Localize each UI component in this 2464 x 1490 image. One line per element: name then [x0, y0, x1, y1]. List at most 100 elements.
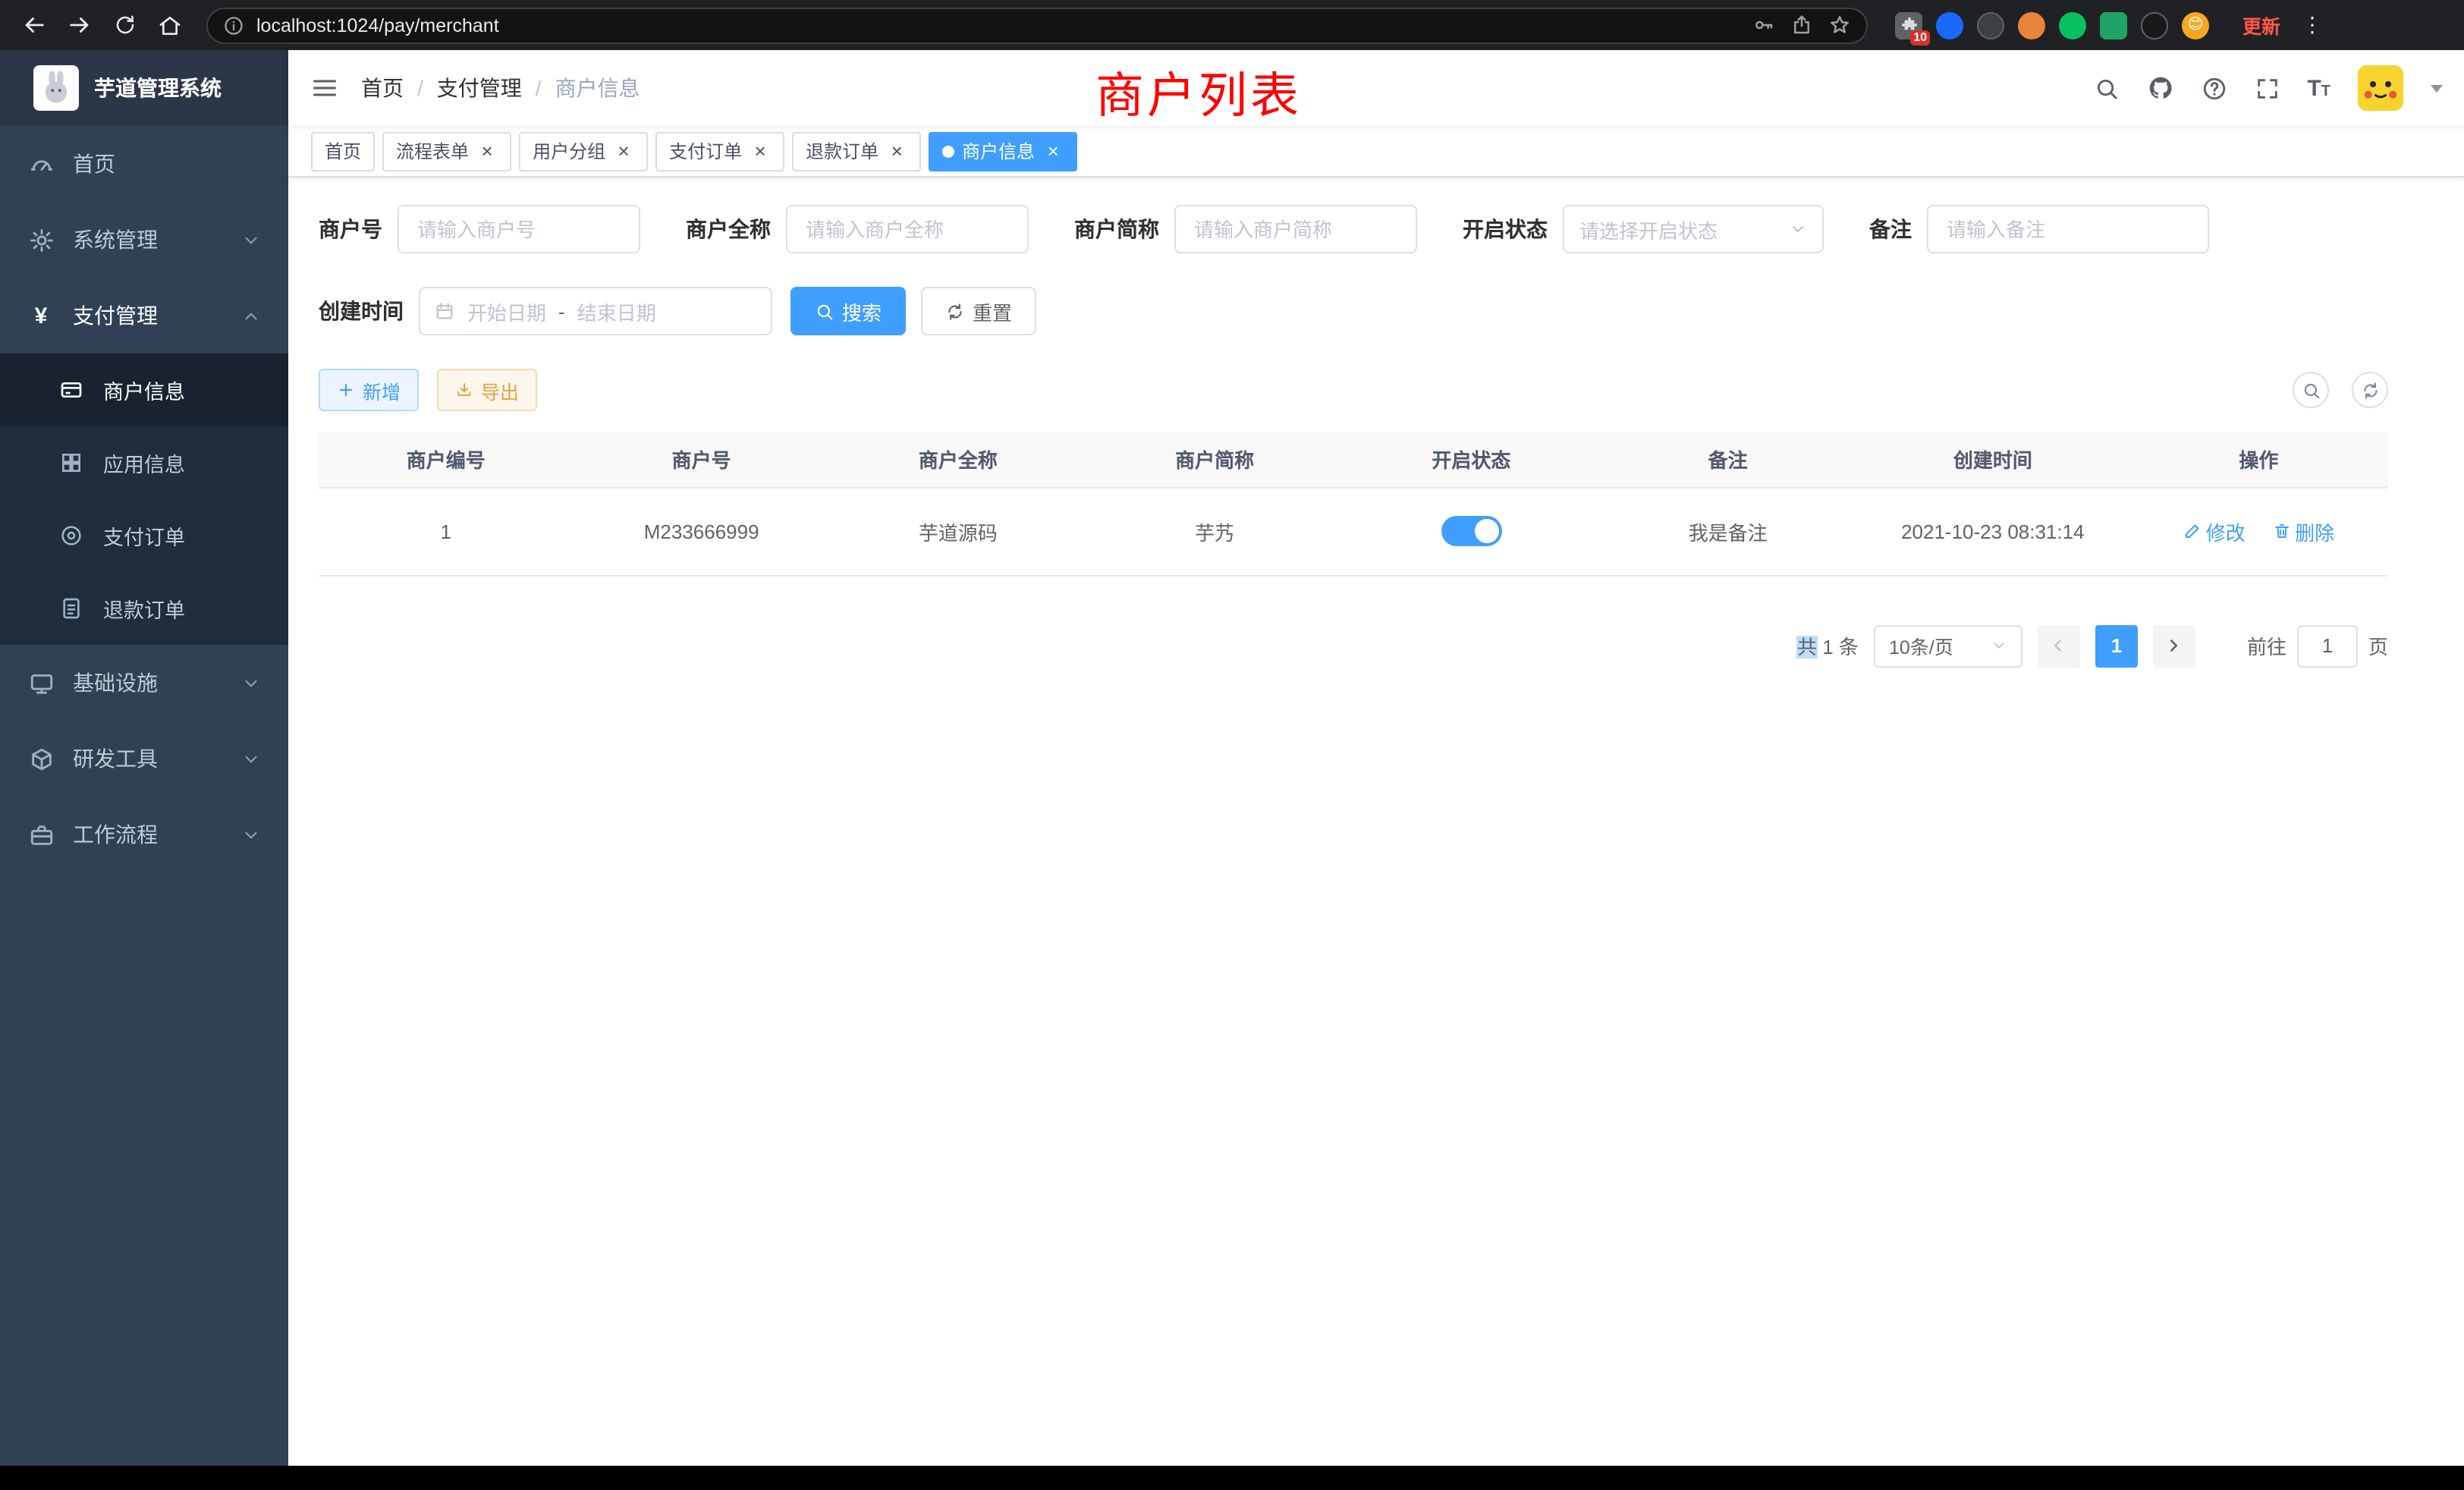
bookmark-star-icon[interactable] — [1828, 14, 1851, 36]
page-1-button[interactable]: 1 — [2095, 624, 2138, 667]
browser-reload-button[interactable] — [106, 7, 143, 43]
tab-pay-order[interactable]: 支付订单 × — [655, 131, 784, 171]
breadcrumb-payment[interactable]: 支付管理 — [437, 73, 522, 103]
edit-link[interactable]: 修改 — [2183, 517, 2246, 545]
create-time-range-picker[interactable]: 开始日期 - 结束日期 — [419, 287, 772, 335]
extension-drop-icon[interactable] — [1936, 11, 1963, 39]
extension-emoji-icon[interactable]: 😊 — [2182, 11, 2209, 39]
extension-wechat-icon[interactable] — [2059, 11, 2086, 39]
goto-page-input[interactable] — [2297, 624, 2358, 667]
sidebar-toggle-icon[interactable] — [288, 74, 361, 102]
password-key-icon[interactable] — [1752, 14, 1775, 36]
remark-input[interactable] — [1927, 205, 2209, 253]
refresh-icon[interactable] — [2352, 372, 2388, 408]
browser-home-button[interactable] — [152, 7, 188, 43]
browser-update-button[interactable]: 更新 — [2233, 6, 2290, 44]
desktop-strip — [0, 1466, 2464, 1490]
credit-card-icon — [58, 376, 85, 404]
toggle-search-icon[interactable] — [2293, 372, 2329, 408]
breadcrumb-current: 商户信息 — [555, 73, 640, 103]
status-select[interactable]: 请选择开启状态 — [1563, 205, 1824, 253]
sidebar-item-app-info[interactable]: 应用信息 — [0, 426, 288, 499]
cell-remark: 我是备注 — [1600, 487, 1856, 575]
close-icon[interactable]: × — [613, 140, 634, 162]
logo-avatar — [33, 65, 79, 111]
sidebar-item-system[interactable]: 系统管理 — [0, 202, 288, 278]
user-menu-caret-icon[interactable] — [2431, 84, 2443, 92]
add-button[interactable]: 新增 — [319, 369, 419, 411]
table-right-tools — [2293, 372, 2388, 408]
extension-avatar-icon[interactable] — [2018, 11, 2045, 39]
sidebar-item-merchant-info[interactable]: 商户信息 — [0, 354, 288, 426]
font-size-icon[interactable]: TT — [2307, 77, 2330, 99]
github-icon[interactable] — [2146, 74, 2173, 102]
user-avatar[interactable] — [2358, 65, 2403, 111]
sidebar-logo[interactable]: 芋道管理系统 — [0, 50, 288, 126]
merchant-no-input[interactable] — [398, 205, 640, 253]
sidebar-item-label: 研发工具 — [73, 743, 158, 774]
browser-back-button[interactable] — [15, 7, 52, 43]
page-size-select[interactable]: 10条/页 — [1874, 624, 2022, 667]
reset-button[interactable]: 重置 — [921, 287, 1036, 335]
extensions-badge: 10 — [1910, 30, 1930, 45]
tab-merchant-info[interactable]: 商户信息 × — [929, 131, 1077, 171]
prev-page-button[interactable] — [2038, 624, 2080, 667]
breadcrumb-home[interactable]: 首页 — [361, 73, 404, 103]
col-create-time: 创建时间 — [1856, 432, 2129, 487]
share-icon[interactable] — [1790, 14, 1813, 36]
browser-forward-button[interactable] — [61, 7, 97, 43]
sidebar-item-refund-order[interactable]: 退款订单 — [0, 572, 288, 645]
sidebar-item-infrastructure[interactable]: 基础设施 — [0, 645, 288, 721]
tab-home[interactable]: 首页 — [311, 131, 375, 171]
tab-user-group[interactable]: 用户分组 × — [519, 131, 648, 171]
sidebar-item-home[interactable]: 首页 — [0, 126, 288, 202]
site-info-icon[interactable] — [223, 14, 244, 36]
full-name-input[interactable] — [786, 205, 1029, 253]
sidebar-item-devtools[interactable]: 研发工具 — [0, 721, 288, 797]
col-status: 开启状态 — [1343, 432, 1599, 487]
help-icon[interactable] — [2201, 75, 2227, 101]
tab-process-form[interactable]: 流程表单 × — [382, 131, 511, 171]
sidebar-item-payment[interactable]: ¥ 支付管理 — [0, 278, 288, 354]
search-icon[interactable] — [2093, 75, 2119, 101]
close-icon[interactable]: × — [750, 140, 771, 162]
next-page-button[interactable] — [2153, 624, 2195, 667]
browser-menu-icon[interactable]: ⋮ — [2302, 12, 2323, 38]
table-toolbar: 新增 导出 — [319, 369, 2388, 411]
app-title: 芋道管理系统 — [94, 73, 222, 103]
extensions-puzzle-icon[interactable]: 10 — [1895, 11, 1922, 39]
active-dot — [942, 145, 954, 157]
remark-label: 备注 — [1869, 214, 1912, 244]
status-toggle[interactable] — [1441, 516, 1501, 546]
close-icon[interactable]: × — [886, 140, 907, 162]
chevron-down-icon — [241, 230, 261, 250]
sidebar-item-label: 应用信息 — [103, 448, 185, 478]
short-name-input[interactable] — [1174, 205, 1417, 253]
date-end-placeholder: 结束日期 — [577, 297, 656, 325]
close-icon[interactable]: × — [476, 140, 498, 162]
tab-label: 用户分组 — [533, 138, 605, 164]
pagination-jumper: 前往 页 — [2247, 624, 2388, 667]
target-icon — [58, 522, 85, 549]
pagination-total: 共 1 条 — [1797, 631, 1859, 660]
address-bar[interactable]: localhost:1024/pay/merchant — [206, 7, 1868, 43]
date-separator: - — [558, 300, 565, 322]
search-button[interactable]: 搜索 — [790, 287, 906, 335]
extension-dark-icon[interactable] — [1977, 11, 2004, 39]
tab-refund-order[interactable]: 退款订单 × — [792, 131, 921, 171]
sidebar-item-label: 系统管理 — [73, 225, 158, 255]
chevron-down-icon — [1991, 637, 2007, 654]
url-text[interactable]: localhost:1024/pay/merchant — [256, 14, 1740, 36]
extension-paw-icon[interactable] — [2141, 11, 2168, 39]
cell-short-name: 芋艿 — [1086, 487, 1343, 575]
delete-link[interactable]: 删除 — [2272, 517, 2334, 545]
merchant-table: 商户编号 商户号 商户全称 商户简称 开启状态 备注 创建时间 操作 1 — [319, 432, 2388, 576]
close-icon[interactable]: × — [1042, 140, 1064, 162]
export-button[interactable]: 导出 — [437, 369, 537, 411]
sidebar-item-pay-order[interactable]: 支付订单 — [0, 499, 288, 572]
gear-icon — [27, 226, 55, 253]
extension-notes-icon[interactable] — [2100, 11, 2127, 39]
sidebar-item-workflow[interactable]: 工作流程 — [0, 797, 288, 872]
tab-label: 首页 — [325, 138, 361, 164]
fullscreen-icon[interactable] — [2254, 75, 2280, 101]
